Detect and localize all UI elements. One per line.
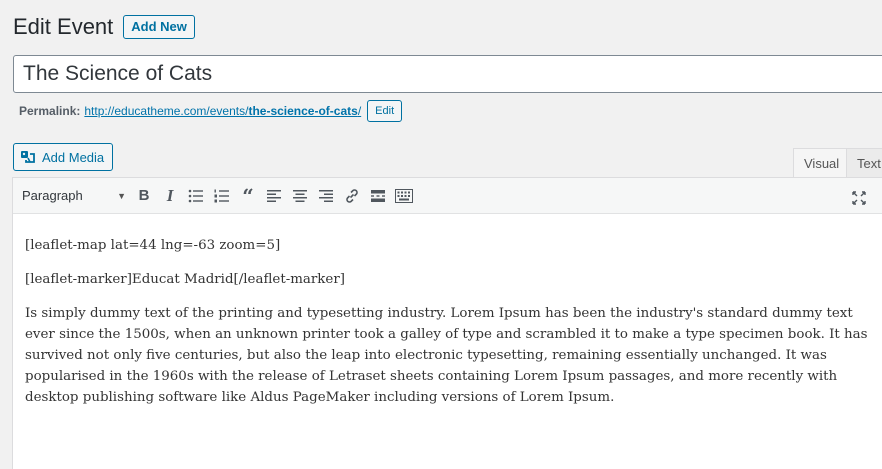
italic-icon[interactable]: I xyxy=(158,182,182,210)
bold-icon[interactable]: B xyxy=(132,182,156,210)
align-left-icon[interactable] xyxy=(262,182,286,210)
blockquote-icon[interactable]: “ xyxy=(236,182,260,210)
chevron-down-icon: ▼ xyxy=(117,190,126,201)
page-title: Edit Event xyxy=(13,14,114,39)
permalink-url-prefix: http://educatheme.com/events/ xyxy=(84,104,249,118)
content-editor[interactable]: Paragraph ▼ B I “ [leaflet-map lat=44 ln… xyxy=(12,177,882,469)
permalink-row: Permalink: http://educatheme.com/events/… xyxy=(19,100,403,122)
permalink-link[interactable]: http://educatheme.com/events/the-science… xyxy=(84,104,361,118)
edit-slug-button[interactable]: Edit xyxy=(367,100,403,122)
content-paragraph: Is simply dummy text of the printing and… xyxy=(25,306,868,405)
format-select[interactable]: Paragraph ▼ xyxy=(16,184,132,208)
permalink-url-suffix: / xyxy=(357,104,362,118)
page-header: Edit Event Add New xyxy=(13,13,195,41)
media-icon xyxy=(21,151,35,163)
add-new-button[interactable]: Add New xyxy=(123,15,195,39)
content-paragraph: [leaflet-map lat=44 lng=-63 zoom=5] xyxy=(25,238,281,253)
numbered-list-icon[interactable] xyxy=(210,182,234,210)
bulleted-list-icon[interactable] xyxy=(184,182,208,210)
post-title-input[interactable]: The Science of Cats xyxy=(23,60,882,88)
post-title-field[interactable]: The Science of Cats xyxy=(13,55,882,93)
content-paragraph: [leaflet-marker]Educat Madrid[/leaflet-m… xyxy=(25,272,345,287)
editor-toolbar: Paragraph ▼ B I “ xyxy=(13,178,882,214)
format-select-value: Paragraph xyxy=(22,188,83,203)
read-more-icon[interactable] xyxy=(366,182,390,210)
permalink-label: Permalink: xyxy=(19,104,81,118)
align-right-icon[interactable] xyxy=(314,182,338,210)
add-media-button[interactable]: Add Media xyxy=(13,143,114,171)
permalink-slug: the-science-of-cats xyxy=(248,104,358,118)
add-media-label: Add Media xyxy=(42,149,105,165)
tab-text[interactable]: Text xyxy=(846,148,882,178)
toolbar-toggle-icon[interactable] xyxy=(392,182,416,210)
link-icon[interactable] xyxy=(340,182,364,210)
fullscreen-icon[interactable] xyxy=(847,184,871,212)
tab-visual[interactable]: Visual xyxy=(793,148,851,178)
editor-content[interactable]: [leaflet-map lat=44 lng=-63 zoom=5] [lea… xyxy=(13,214,882,408)
align-center-icon[interactable] xyxy=(288,182,312,210)
